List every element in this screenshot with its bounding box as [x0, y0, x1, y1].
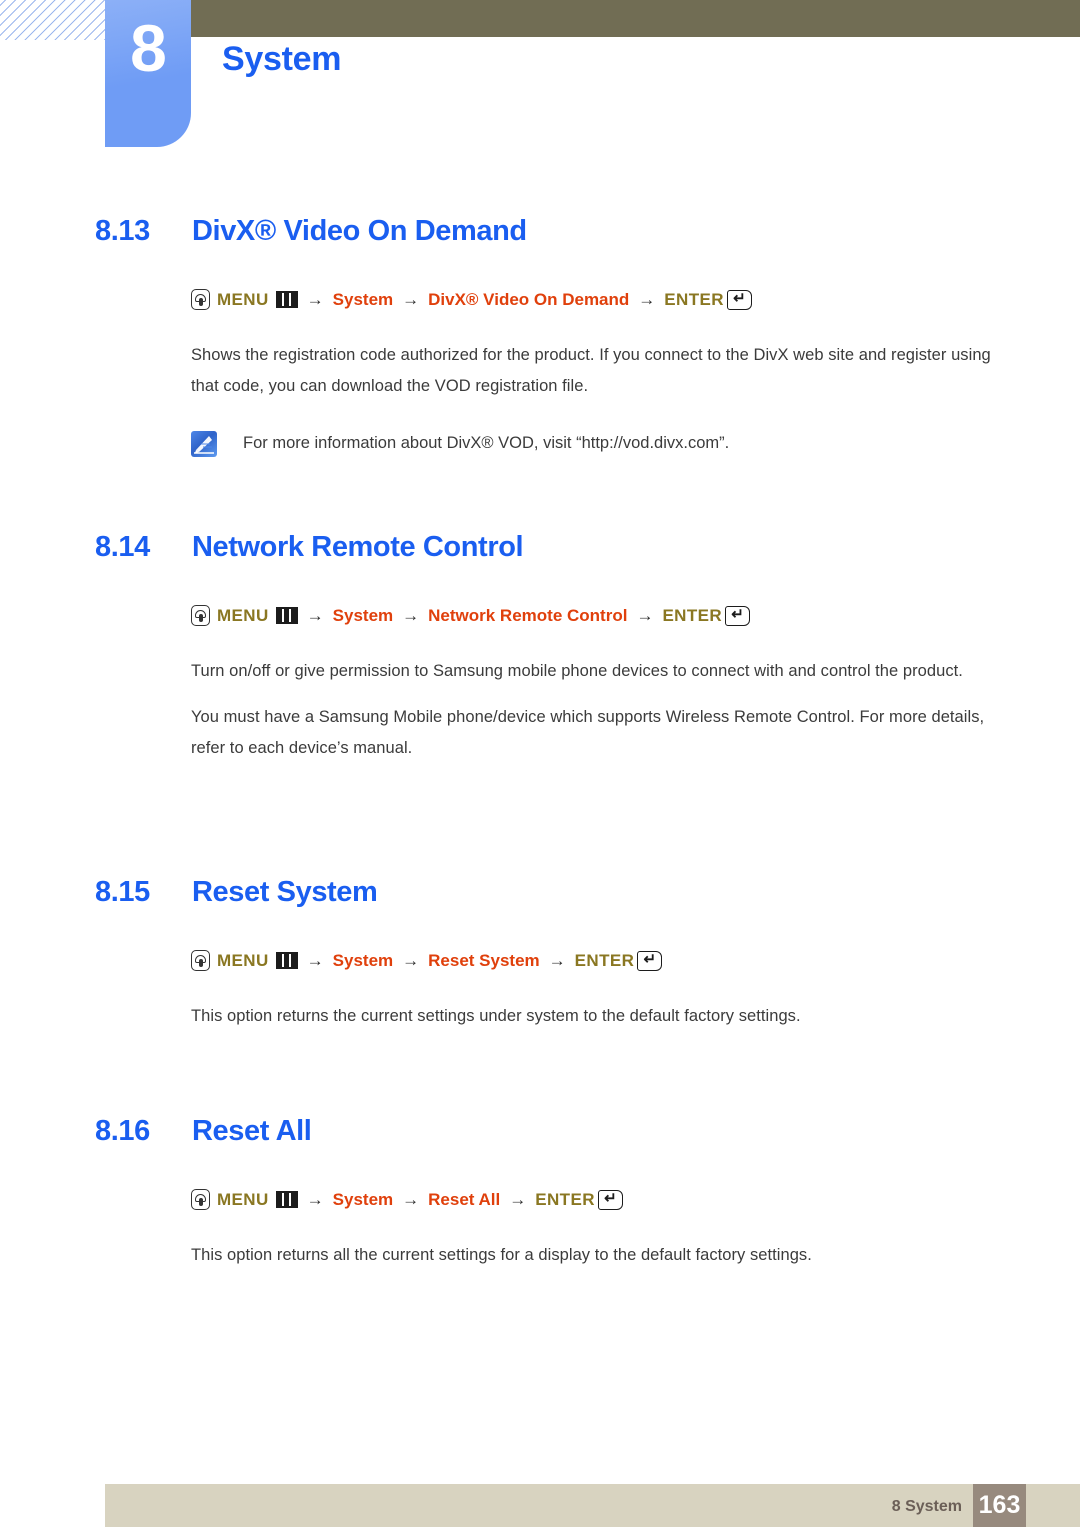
header-olive-bar	[191, 0, 1080, 37]
enter-key-glyph: ↵	[643, 951, 657, 968]
section-title: Network Remote Control	[192, 531, 524, 563]
menu-path-arrow: →	[306, 1189, 324, 1209]
menu-path-item: System	[332, 1189, 394, 1209]
menu-path-menu-label: MENU	[217, 605, 269, 625]
section-8-15: 8.15 Reset System MENU → System → Reset …	[95, 876, 1055, 1032]
menu-path-arrow: →	[306, 605, 324, 625]
menu-path: MENU → System → Network Remote Control →…	[191, 605, 1055, 626]
footer-chapter-label: 8 System	[891, 1498, 962, 1515]
section-number: 8.13	[95, 215, 150, 247]
menu-path-item: System	[332, 950, 394, 970]
menu-path-enter-label: ENTER	[662, 605, 723, 625]
section-title: Reset System	[192, 876, 378, 908]
menu-path-arrow: →	[636, 605, 654, 625]
note-text: For more information about DivX® VOD, vi…	[243, 434, 730, 452]
enter-key-icon: ↵	[597, 1189, 623, 1210]
menu-path-item: System	[332, 605, 394, 625]
decorative-hatch-pattern	[0, 0, 105, 40]
menu-path: MENU → System → DivX® Video On Demand → …	[191, 289, 1055, 310]
enter-key-icon: ↵	[726, 289, 752, 310]
paragraph: This option returns the current settings…	[191, 1007, 801, 1025]
menu-grid-icon	[275, 291, 298, 308]
section-heading: 8.16 Reset All	[95, 1115, 1055, 1148]
menu-path-menu-label: MENU	[217, 950, 269, 970]
menu-path-menu-label: MENU	[217, 1189, 269, 1209]
menu-grid-icon	[275, 952, 298, 969]
menu-path-arrow: →	[402, 605, 420, 625]
section-8-14: 8.14 Network Remote Control MENU → Syste…	[95, 531, 1055, 764]
enter-key-glyph: ↵	[731, 606, 744, 623]
section-heading: 8.13 DivX® Video On Demand	[95, 215, 1055, 248]
menu-path-enter-label: ENTER	[664, 289, 724, 309]
menu-path-enter-label: ENTER	[574, 950, 635, 970]
menu-path-arrow: →	[638, 289, 656, 309]
menu-path-item: Reset All	[428, 1189, 501, 1209]
menu-path: MENU → System → Reset System → ENTER ↵	[191, 950, 1055, 971]
menu-path-arrow: →	[402, 289, 420, 309]
menu-path-item: Network Remote Control	[428, 605, 628, 625]
section-number: 8.14	[95, 531, 150, 563]
section-8-13: 8.13 DivX® Video On Demand MENU → System…	[95, 215, 1055, 457]
menu-path-arrow: →	[548, 950, 566, 970]
note-block: For more information about DivX® VOD, vi…	[191, 429, 1055, 457]
paragraph: Shows the registration code authorized f…	[191, 346, 991, 395]
enter-key-icon: ↵	[725, 605, 751, 626]
footer-page-number: 163	[973, 1484, 1026, 1527]
menu-path-item: System	[332, 289, 394, 309]
menu-path-enter-label: ENTER	[535, 1189, 595, 1209]
menu-path-arrow: →	[306, 289, 324, 309]
enter-key-glyph: ↵	[733, 290, 746, 307]
menu-grid-icon	[275, 607, 298, 624]
menu-path: MENU → System → Reset All → ENTER ↵	[191, 1189, 1055, 1210]
enter-key-icon: ↵	[637, 950, 663, 971]
section-number: 8.15	[95, 876, 150, 908]
hand-press-icon	[191, 950, 210, 971]
chapter-title: System	[222, 40, 342, 78]
menu-path-arrow: →	[306, 950, 324, 970]
menu-path-item: Reset System	[428, 950, 540, 970]
hand-press-icon	[191, 1189, 210, 1210]
menu-grid-icon	[275, 1191, 298, 1208]
menu-path-item: DivX® Video On Demand	[428, 289, 630, 309]
section-8-16: 8.16 Reset All MENU → System → Reset All…	[95, 1115, 1055, 1271]
section-number: 8.16	[95, 1115, 150, 1147]
paragraph: This option returns all the current sett…	[191, 1246, 812, 1264]
section-heading: 8.15 Reset System	[95, 876, 1055, 909]
paragraph: You must have a Samsung Mobile phone/dev…	[191, 708, 985, 757]
hand-press-icon	[191, 289, 210, 310]
chapter-number-tab: 8	[105, 0, 191, 147]
menu-path-arrow: →	[402, 1189, 420, 1209]
note-pen-icon	[191, 431, 217, 457]
enter-key-glyph: ↵	[604, 1190, 617, 1207]
section-heading: 8.14 Network Remote Control	[95, 531, 1055, 564]
section-title: DivX® Video On Demand	[192, 215, 527, 247]
menu-path-arrow: →	[402, 950, 420, 970]
hand-press-icon	[191, 605, 210, 626]
menu-path-menu-label: MENU	[217, 289, 269, 309]
paragraph: Turn on/off or give permission to Samsun…	[191, 662, 963, 680]
menu-path-arrow: →	[509, 1189, 527, 1209]
section-title: Reset All	[192, 1115, 312, 1147]
